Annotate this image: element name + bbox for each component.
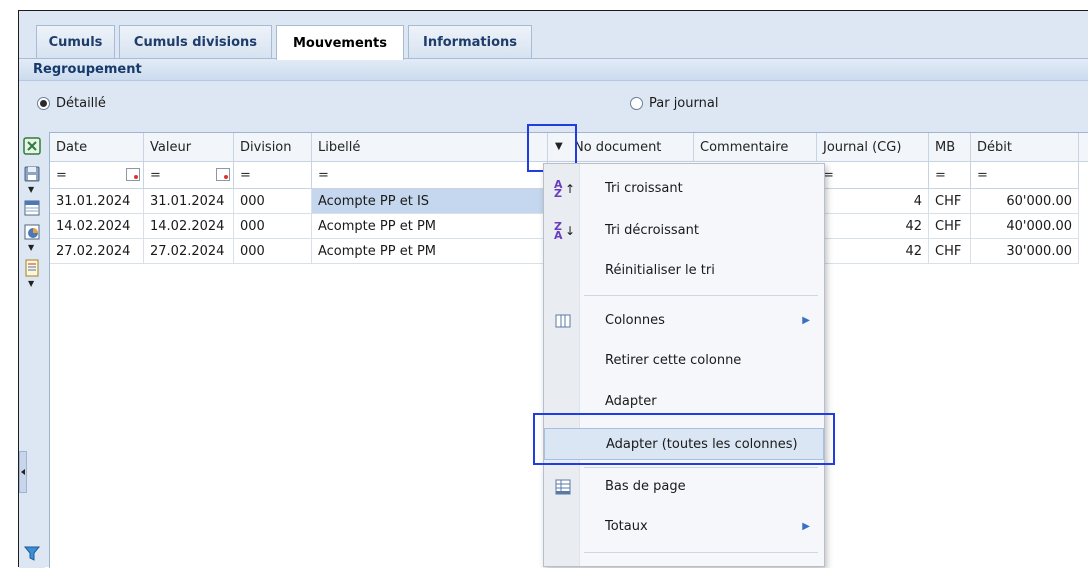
menu-item-label: Tri croissant [605,181,683,196]
cell-mb[interactable]: CHF [929,214,971,239]
arrow-down-icon: ↓ [565,224,576,238]
cell-journal[interactable]: 42 [817,214,929,239]
menu-item-label: Réinitialiser le tri [605,263,715,278]
menu-separator [584,467,818,468]
menu-separator [584,295,818,296]
filter-operator[interactable]: = [56,168,67,183]
columns-icon [555,314,571,328]
cell-libelle[interactable]: Acompte PP et PM [312,239,548,264]
cell-valeur[interactable]: 27.02.2024 [144,239,234,264]
calendar-icon[interactable] [216,168,230,181]
column-header-date[interactable]: Date [50,133,144,162]
section-title: Regroupement [19,59,1088,81]
menu-item-sort-asc[interactable]: AZ ↑ Tri croissant [544,173,824,205]
chevron-down-icon[interactable]: ▼ [28,243,34,252]
filter-operator[interactable]: = [318,168,329,183]
menu-item-columns[interactable]: Colonnes ▶ [544,305,824,337]
column-header-mb[interactable]: MB [929,133,971,162]
cell-debit[interactable]: 60'000.00 [971,189,1079,214]
radio-detail-label: Détaillé [56,96,106,111]
filter-journal[interactable]: = [817,162,929,189]
filter-valeur[interactable]: = [144,162,234,189]
cell-journal[interactable]: 42 [817,239,929,264]
cell-mb[interactable]: CHF [929,189,971,214]
menu-item-label: Adapter [605,394,657,409]
chart-icon[interactable] [23,223,41,241]
radio-detail-dot[interactable] [37,97,50,110]
filter-debit[interactable]: = [971,162,1079,189]
menu-item-label: Colonnes [605,313,665,328]
collapse-panel-handle[interactable] [19,451,27,493]
tab-informations[interactable]: Informations [408,25,532,59]
submenu-arrow-icon: ▶ [802,315,810,326]
filter-operator[interactable]: = [977,168,988,183]
cell-division[interactable]: 000 [234,239,312,264]
column-header-commentaire[interactable]: Commentaire [694,133,817,162]
chevron-down-icon[interactable]: ▼ [28,185,34,194]
footer-grid-icon [555,479,571,495]
menu-item-label: Bas de page [605,479,686,494]
filter-libelle[interactable]: = [312,162,548,189]
tab-bar: Cumuls Cumuls divisions Mouvements Infor… [19,11,1088,60]
filter-date[interactable]: = [50,162,144,189]
cell-journal[interactable]: 4 [817,189,929,214]
menu-item-label: Retirer cette colonne [605,353,742,368]
filter-operator[interactable]: = [240,168,251,183]
menu-item-remove-column[interactable]: Retirer cette colonne [544,345,824,377]
menu-item-label: Totaux [605,519,648,534]
save-layout-icon[interactable] [23,165,41,183]
cell-debit[interactable]: 40'000.00 [971,214,1079,239]
radio-detail[interactable]: Détaillé [37,96,106,111]
menu-item-footer[interactable]: Bas de page [544,471,824,503]
cell-date[interactable]: 31.01.2024 [50,189,144,214]
filter-icon[interactable] [23,544,41,562]
chevron-down-icon[interactable]: ▼ [28,279,34,288]
menu-item-reset-sort[interactable]: Réinitialiser le tri [544,255,824,287]
excel-export-icon[interactable] [23,137,41,155]
cell-date[interactable]: 27.02.2024 [50,239,144,264]
column-header-division[interactable]: Division [234,133,312,162]
grid-toolbar: ▼ ▼ ▼ [19,132,45,568]
menu-item-sort-desc[interactable]: ZA ↓ Tri décroissant [544,215,824,247]
radio-journal-dot[interactable] [630,97,643,110]
filter-mb[interactable]: = [929,162,971,189]
column-header-valeur[interactable]: Valeur [144,133,234,162]
arrow-up-icon: ↑ [565,182,576,196]
report-icon[interactable] [23,259,41,277]
column-header-debit[interactable]: Débit [971,133,1079,162]
cell-libelle[interactable]: Acompte PP et PM [312,214,548,239]
cell-libelle[interactable]: Acompte PP et IS [312,189,548,214]
radio-journal[interactable]: Par journal [630,96,718,111]
cell-valeur[interactable]: 14.02.2024 [144,214,234,239]
calendar-icon[interactable] [126,168,140,181]
filter-operator[interactable]: = [150,168,161,183]
radio-journal-label: Par journal [649,96,719,111]
cell-division[interactable]: 000 [234,189,312,214]
menu-item-label: Tri décroissant [605,223,699,238]
menu-item-highlight-box [533,413,835,465]
filter-division[interactable]: = [234,162,312,189]
menu-item-totals[interactable]: Totaux ▶ [544,511,824,543]
column-header-journal[interactable]: Journal (CG) [817,133,929,162]
cell-valeur[interactable]: 31.01.2024 [144,189,234,214]
tab-cumuls[interactable]: Cumuls [36,25,115,59]
tab-mouvements[interactable]: Mouvements [276,25,404,60]
cell-division[interactable]: 000 [234,214,312,239]
cell-debit[interactable]: 30'000.00 [971,239,1079,264]
cell-mb[interactable]: CHF [929,239,971,264]
filter-operator[interactable]: = [935,168,946,183]
column-header-libelle[interactable]: Libellé [312,133,548,162]
cell-date[interactable]: 14.02.2024 [50,214,144,239]
layout-icon[interactable] [23,199,41,217]
menu-separator [584,552,818,553]
submenu-arrow-icon: ▶ [802,521,810,532]
tab-cumuls-divisions[interactable]: Cumuls divisions [119,25,272,59]
column-context-menu: AZ ↑ Tri croissant ZA ↓ Tri décroissant … [543,163,825,567]
